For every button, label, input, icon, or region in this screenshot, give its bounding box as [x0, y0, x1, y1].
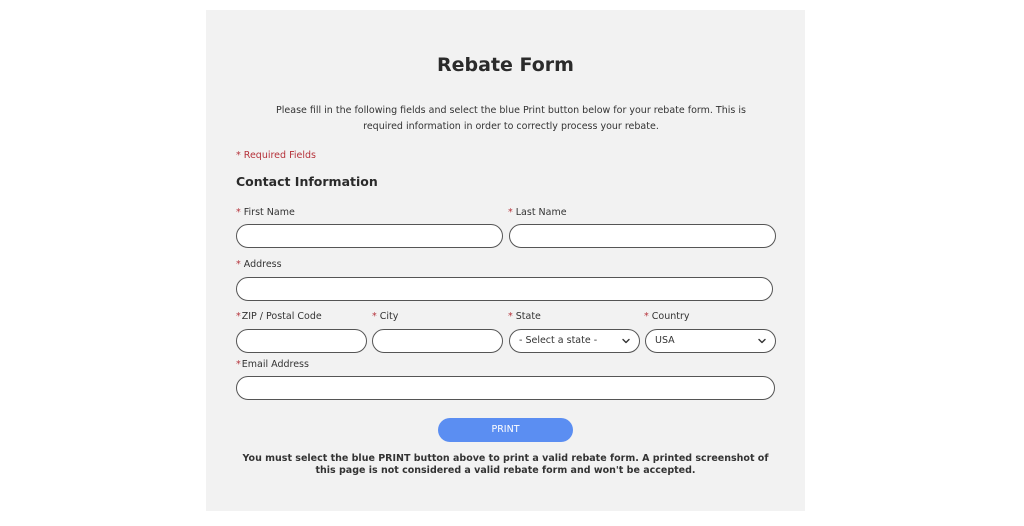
first-name-field[interactable]: [236, 224, 503, 248]
page-title: Rebate Form: [437, 54, 574, 76]
print-instructions-note: You must select the blue PRINT button ab…: [242, 453, 769, 476]
address-label-text: Address: [243, 259, 282, 270]
rebate-form-panel: Rebate Form Please fill in the following…: [206, 10, 805, 511]
required-marker: *: [644, 311, 649, 322]
zip-label-text: ZIP / Postal Code: [241, 311, 322, 322]
city-label-text: City: [379, 311, 399, 322]
required-marker: *: [508, 207, 513, 218]
city-field[interactable]: [372, 329, 503, 353]
email-label: *Email Address: [236, 359, 309, 371]
address-label: * Address: [236, 259, 282, 271]
zip-field[interactable]: [236, 329, 367, 353]
last-name-label: * Last Name: [508, 207, 567, 219]
first-name-label-text: First Name: [243, 207, 295, 218]
country-label: * Country: [644, 311, 690, 323]
zip-label: *ZIP / Postal Code: [236, 311, 322, 323]
first-name-label: * First Name: [236, 207, 295, 219]
chevron-down-icon: [622, 338, 630, 344]
chevron-down-icon: [758, 338, 766, 344]
address-field[interactable]: [236, 277, 773, 301]
print-button[interactable]: PRINT: [438, 418, 573, 442]
email-label-text: Email Address: [241, 359, 309, 370]
last-name-field[interactable]: [509, 224, 776, 248]
last-name-label-text: Last Name: [515, 207, 567, 218]
required-marker: *: [236, 207, 241, 218]
email-field[interactable]: [236, 376, 775, 400]
contact-information-heading: Contact Information: [236, 174, 378, 189]
state-label-text: State: [515, 311, 541, 322]
state-select-value: - Select a state -: [519, 335, 598, 346]
country-select-value: USA: [655, 335, 675, 346]
city-label: * City: [372, 311, 398, 323]
required-marker: *: [372, 311, 377, 322]
required-marker: *: [236, 259, 241, 270]
state-label: * State: [508, 311, 541, 323]
required-marker: *: [508, 311, 513, 322]
intro-text: Please fill in the following fields and …: [276, 105, 746, 132]
required-fields-note: * Required Fields: [236, 150, 316, 161]
state-select[interactable]: - Select a state -: [509, 329, 640, 353]
required-marker: *: [236, 359, 241, 370]
country-select[interactable]: USA: [645, 329, 776, 353]
required-marker: *: [236, 311, 241, 322]
country-label-text: Country: [651, 311, 690, 322]
